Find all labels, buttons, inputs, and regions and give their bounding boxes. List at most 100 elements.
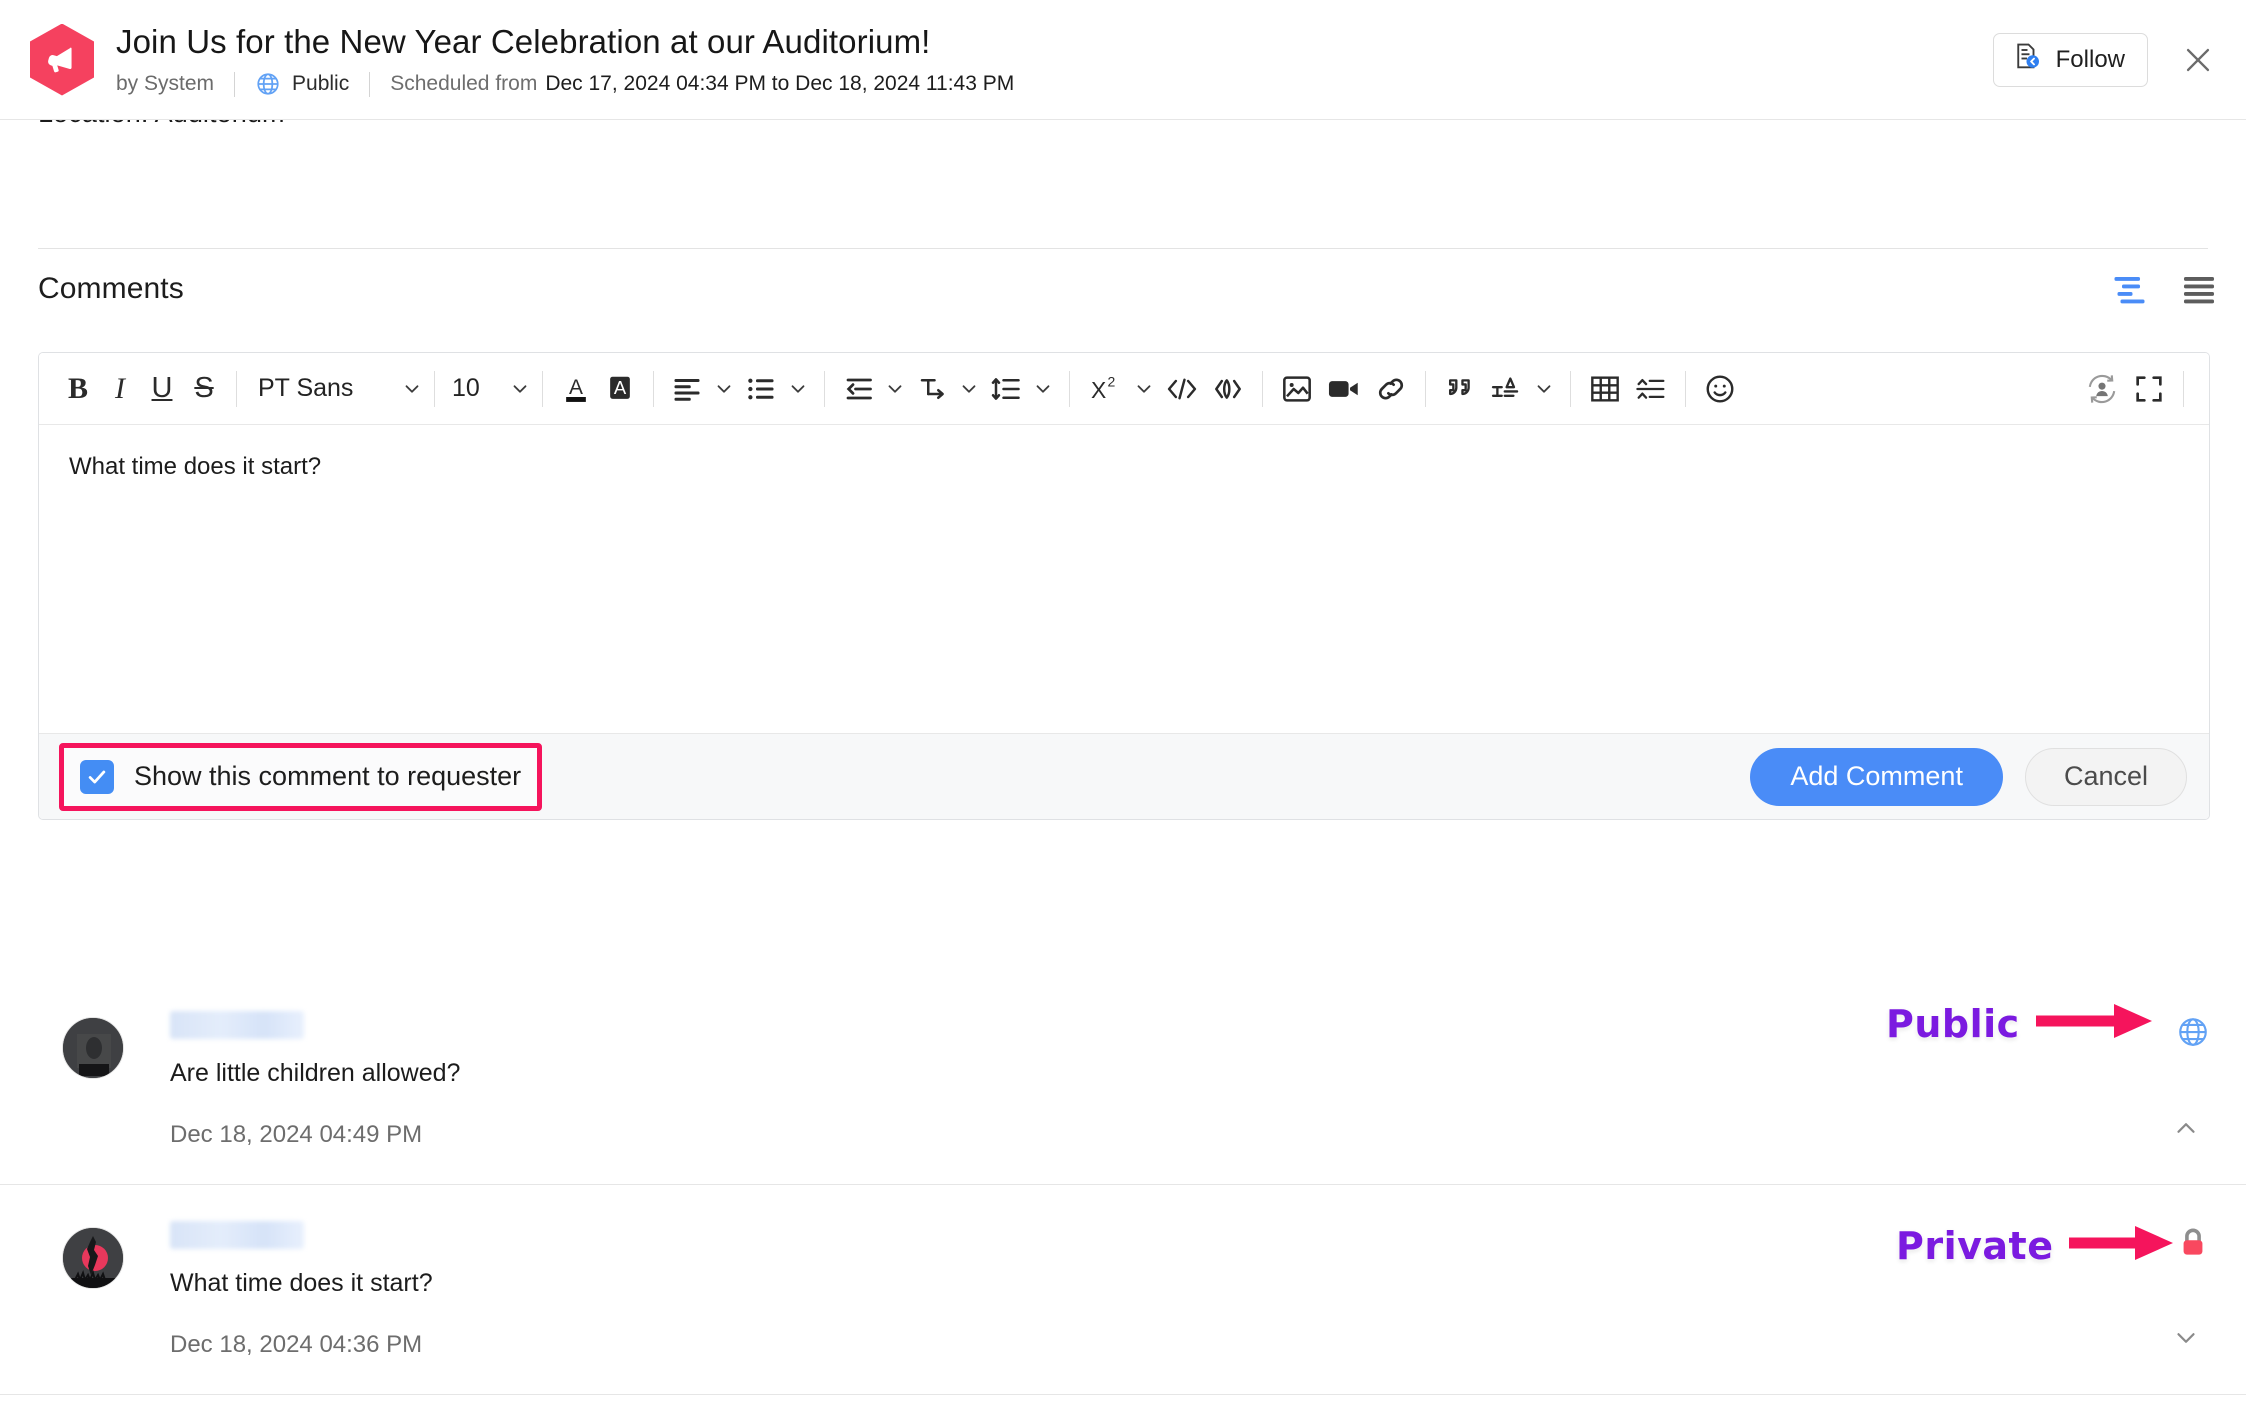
schedule-label: Scheduled from — [390, 72, 537, 96]
insert-image-icon[interactable] — [1274, 365, 1320, 413]
direction-dropdown-caret[interactable] — [954, 378, 984, 400]
align-dropdown-caret[interactable] — [709, 378, 739, 400]
toolbar-divider — [1069, 371, 1070, 407]
insert-link-icon[interactable] — [1368, 365, 1414, 413]
comment-side-controls — [1798, 1001, 2218, 1160]
comment-timestamp: Dec 18, 2024 04:49 PM — [170, 1121, 1798, 1149]
show-to-requester-checkbox[interactable] — [80, 760, 114, 794]
globe-icon — [255, 71, 281, 97]
comment-input-area[interactable]: What time does it start? — [39, 425, 2209, 733]
clear-format-dropdown-caret[interactable] — [1529, 378, 1559, 400]
clear-format-icon[interactable] — [1483, 365, 1529, 413]
line-height-icon[interactable] — [984, 365, 1028, 413]
font-family-value: PT Sans — [258, 374, 353, 403]
author-label: by System — [116, 72, 214, 96]
announcement-detail-page: Location: Auditorium Join Us for the New… — [0, 0, 2246, 1424]
list-dropdown-caret[interactable] — [783, 378, 813, 400]
toolbar-divider — [2183, 371, 2184, 407]
insert-video-icon[interactable] — [1320, 365, 1368, 413]
comment-author-redacted — [170, 1221, 304, 1249]
font-size-select[interactable]: 10 — [446, 374, 531, 403]
svg-text:2: 2 — [1108, 375, 1116, 389]
chevron-down-icon — [787, 378, 809, 400]
close-icon[interactable] — [2176, 38, 2220, 82]
svg-text:A: A — [569, 375, 583, 398]
cancel-button[interactable]: Cancel — [2025, 748, 2187, 806]
header-meta: by System Public Scheduled from Dec 17, … — [116, 71, 1993, 97]
check-icon — [86, 766, 108, 788]
add-comment-button[interactable]: Add Comment — [1750, 748, 2003, 806]
toolbar-divider — [1570, 371, 1571, 407]
bullet-list-icon[interactable] — [739, 365, 783, 413]
superscript-icon[interactable]: X 2 — [1081, 365, 1129, 413]
chevron-down-icon[interactable] — [2164, 1316, 2208, 1360]
chevron-down-icon — [958, 378, 980, 400]
chevron-down-icon — [1533, 378, 1555, 400]
italic-button[interactable]: I — [99, 365, 141, 413]
follow-button-label: Follow — [2056, 46, 2125, 74]
visibility-label: Public — [292, 72, 349, 96]
mention-user-icon[interactable] — [2078, 365, 2126, 413]
text-direction-icon[interactable] — [910, 365, 954, 413]
fullscreen-icon[interactable] — [2126, 365, 2172, 413]
code-icon[interactable] — [1159, 365, 1205, 413]
document-follow-icon — [2012, 41, 2042, 78]
comment-content: What time does it start? Dec 18, 2024 04… — [124, 1211, 1798, 1370]
line-height-dropdown-caret[interactable] — [1028, 378, 1058, 400]
font-family-select[interactable]: PT Sans — [248, 374, 423, 403]
chevron-down-icon — [1133, 378, 1155, 400]
header-text-block: Join Us for the New Year Celebration at … — [116, 22, 1993, 97]
toolbar-divider — [236, 371, 237, 407]
meta-divider-2 — [369, 72, 370, 97]
comment-text: Are little children allowed? — [170, 1057, 1798, 1089]
strikethrough-button[interactable]: S — [183, 365, 225, 413]
meta-divider-1 — [234, 72, 235, 97]
highlight-color-icon[interactable]: A — [598, 365, 642, 413]
editor-toolbar: B I U S PT Sans 10 — [39, 353, 2209, 425]
table-row: Are little children allowed? Dec 18, 202… — [0, 975, 2246, 1185]
outdent-icon[interactable] — [836, 365, 880, 413]
lock-icon[interactable] — [2176, 1225, 2210, 1266]
insert-table-icon[interactable] — [1582, 365, 1628, 413]
chevron-up-icon[interactable] — [2164, 1106, 2208, 1150]
avatar — [62, 1227, 124, 1289]
paragraph-style-icon[interactable] — [1628, 365, 1674, 413]
comment-side-controls — [1798, 1211, 2218, 1370]
editor-footer: Show this comment to requester Add Comme… — [39, 733, 2209, 819]
body-divider — [38, 248, 2208, 249]
comments-title: Comments — [38, 272, 184, 306]
show-to-requester-highlight: Show this comment to requester — [59, 743, 542, 811]
globe-icon[interactable] — [2176, 1015, 2210, 1054]
svg-text:X: X — [1091, 376, 1106, 402]
chevron-down-icon — [509, 378, 531, 400]
inline-code-icon[interactable] — [1205, 365, 1251, 413]
toolbar-divider — [1262, 371, 1263, 407]
list-view-icon[interactable] — [2180, 274, 2218, 304]
schedule-value: Dec 17, 2024 04:34 PM to Dec 18, 2024 11… — [545, 72, 1014, 96]
page-title: Join Us for the New Year Celebration at … — [116, 22, 1993, 62]
toolbar-divider — [1685, 371, 1686, 407]
emoji-icon[interactable] — [1697, 365, 1743, 413]
script-dropdown-caret[interactable] — [1129, 378, 1159, 400]
comment-content: Are little children allowed? Dec 18, 202… — [124, 1001, 1798, 1160]
comment-list: Are little children allowed? Dec 18, 202… — [0, 975, 2246, 1395]
sort-threaded-icon[interactable] — [2112, 274, 2150, 304]
blockquote-icon[interactable] — [1437, 365, 1483, 413]
chevron-down-icon — [401, 378, 423, 400]
comment-timestamp: Dec 18, 2024 04:36 PM — [170, 1331, 1798, 1359]
comment-author-redacted — [170, 1011, 304, 1039]
avatar — [62, 1017, 124, 1079]
comments-header: Comments — [0, 272, 2246, 306]
chevron-down-icon — [1032, 378, 1054, 400]
font-color-icon[interactable]: A — [554, 365, 598, 413]
chevron-down-icon — [884, 378, 906, 400]
bold-button[interactable]: B — [57, 365, 99, 413]
toolbar-divider — [1425, 371, 1426, 407]
toolbar-divider — [653, 371, 654, 407]
chevron-down-icon — [713, 378, 735, 400]
comment-text: What time does it start? — [170, 1267, 1798, 1299]
follow-button[interactable]: Follow — [1993, 33, 2148, 87]
align-left-icon[interactable] — [665, 365, 709, 413]
indent-dropdown-caret[interactable] — [880, 378, 910, 400]
underline-button[interactable]: U — [141, 365, 183, 413]
